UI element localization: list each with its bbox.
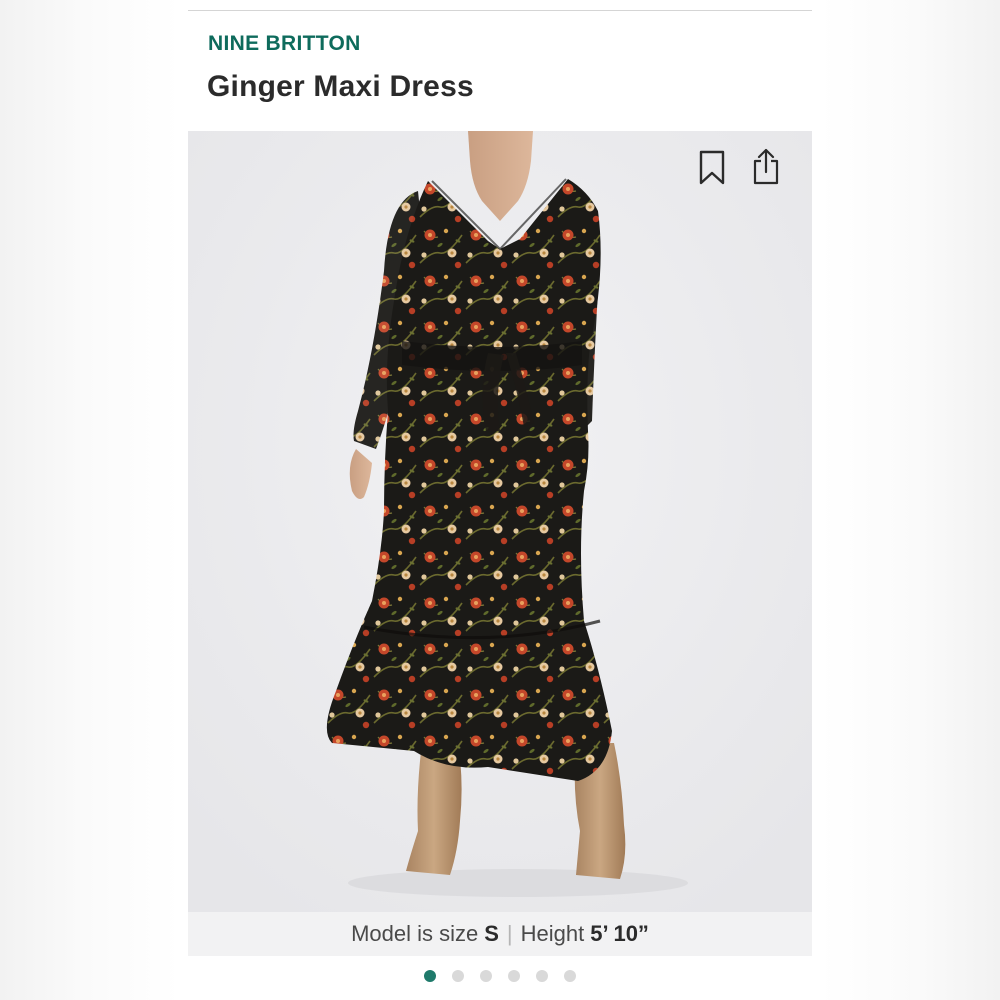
model-size-value: S	[484, 921, 499, 946]
carousel-dot[interactable]	[508, 970, 520, 982]
model-size-info: Model is size S | Height 5’ 10”	[188, 912, 812, 956]
product-title: Ginger Maxi Dress	[207, 70, 474, 103]
share-icon	[753, 148, 779, 185]
bookmark-icon	[699, 150, 725, 185]
carousel-dot[interactable]	[424, 970, 436, 982]
model-height-label: Height	[520, 921, 585, 946]
share-button[interactable]	[748, 146, 784, 186]
carousel-dot[interactable]	[452, 970, 464, 982]
brand-name[interactable]: NINE BRITTON	[208, 32, 361, 56]
carousel-dot[interactable]	[480, 970, 492, 982]
product-photo[interactable]	[188, 131, 812, 912]
carousel-dot[interactable]	[564, 970, 576, 982]
dress-photo	[188, 131, 812, 912]
info-separator: |	[506, 921, 513, 946]
top-divider	[188, 10, 812, 11]
product-card: NINE BRITTON Ginger Maxi Dress Model is …	[188, 0, 812, 956]
model-size-label: Model is size	[351, 921, 479, 946]
bookmark-button[interactable]	[694, 148, 730, 188]
carousel-dots	[0, 966, 1000, 986]
model-height-value: 5’ 10”	[590, 921, 649, 946]
carousel-dot[interactable]	[536, 970, 548, 982]
